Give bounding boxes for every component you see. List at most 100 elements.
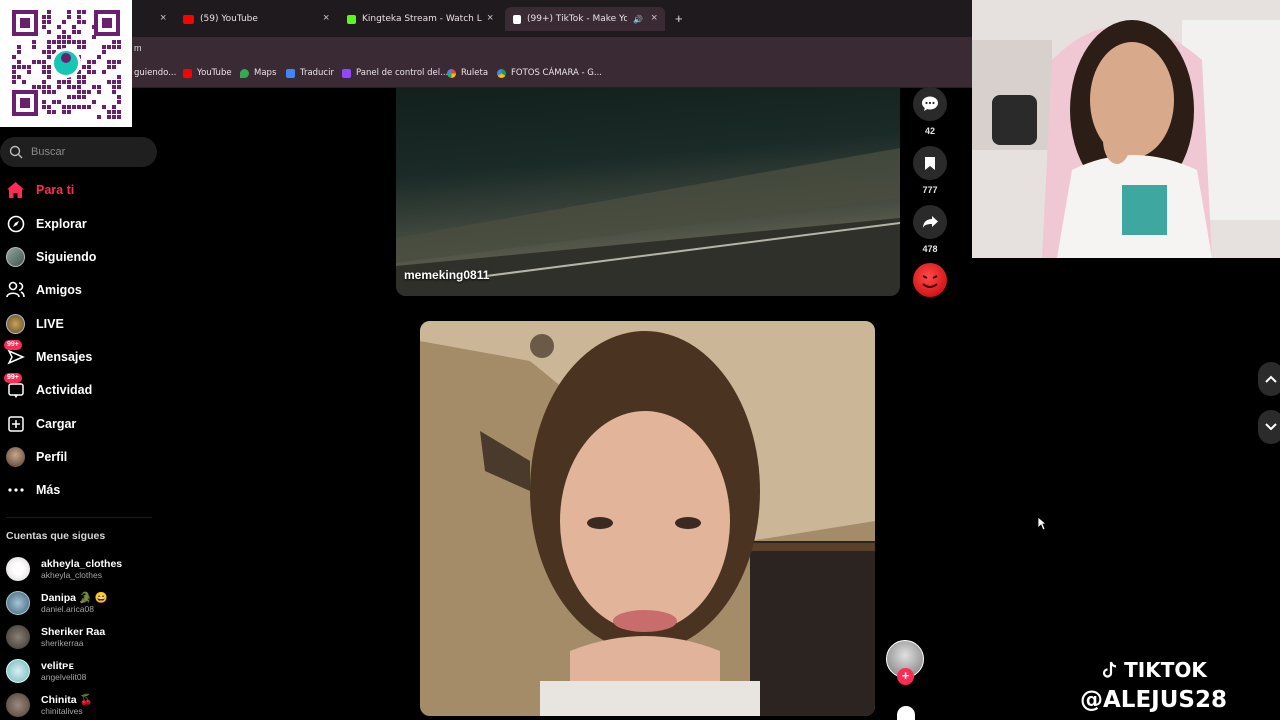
close-tab-icon[interactable]: × bbox=[323, 12, 329, 24]
friends-icon bbox=[6, 281, 25, 300]
share-action[interactable]: 478 bbox=[912, 205, 948, 254]
tab-label: Kingteka Stream - Watch Live o bbox=[362, 14, 482, 24]
bookmark-maps[interactable]: Maps bbox=[240, 68, 276, 78]
bookmark-siguiendo[interactable]: guiendo... bbox=[134, 68, 176, 78]
qr-code-image bbox=[0, 0, 132, 127]
nav-label: Para ti bbox=[36, 183, 75, 197]
like-icon[interactable] bbox=[897, 706, 915, 720]
nav-label: LIVE bbox=[36, 317, 64, 331]
scroll-down-button[interactable] bbox=[1258, 410, 1280, 444]
bookmark-fotos-camara[interactable]: FOTOS CÁMARA - G... bbox=[497, 68, 602, 78]
video-author[interactable]: memeking0811 bbox=[404, 268, 489, 282]
video-player[interactable] bbox=[420, 321, 875, 716]
follow-plus-icon[interactable]: + bbox=[897, 668, 914, 685]
bookmark-youtube[interactable]: YouTube bbox=[183, 68, 232, 78]
home-icon bbox=[6, 181, 25, 200]
tiktok-favicon-icon bbox=[513, 14, 521, 24]
youtube-favicon-icon bbox=[183, 14, 194, 24]
browser-tab-bar bbox=[0, 0, 972, 37]
nav-label: Más bbox=[36, 483, 61, 497]
following-account-item[interactable]: Danipa 🐊 😄 daniel.arica08 bbox=[6, 588, 108, 618]
bookmark-ruleta[interactable]: Ruleta bbox=[447, 68, 488, 78]
tab-kingteka[interactable]: Kingteka Stream - Watch Live o bbox=[347, 7, 482, 31]
bookmark-traducir[interactable]: Traducir bbox=[286, 68, 334, 78]
translate-icon bbox=[286, 68, 295, 78]
kick-favicon-icon bbox=[347, 14, 356, 24]
bookmark-panel-control[interactable]: Panel de control del... bbox=[342, 68, 448, 78]
comment-icon[interactable] bbox=[913, 87, 947, 121]
account-username: daniel.arica08 bbox=[41, 603, 94, 614]
account-username: chinitalives bbox=[41, 705, 83, 716]
share-icon[interactable] bbox=[913, 205, 947, 239]
bookmark-icon[interactable] bbox=[913, 146, 947, 180]
account-name: Danipa 🐊 😄 bbox=[41, 591, 108, 604]
mouse-cursor-icon bbox=[1037, 516, 1047, 531]
following-account-item[interactable]: akheyla_clothes akheyla_clothes bbox=[6, 554, 122, 584]
nav-perfil[interactable]: Perfil bbox=[6, 445, 67, 469]
video-frame bbox=[420, 321, 875, 716]
youtube-icon bbox=[183, 68, 192, 78]
bookmark-label: Panel de control del... bbox=[356, 68, 449, 78]
account-username: sherikerraa bbox=[41, 637, 84, 648]
tab-label: (99+) TikTok - Make Your Da bbox=[527, 14, 627, 24]
nav-label: Mensajes bbox=[36, 350, 93, 364]
close-tab-icon[interactable]: × bbox=[651, 12, 657, 24]
account-name: velitᴘᴇ bbox=[41, 659, 74, 672]
tab-label: (59) YouTube bbox=[200, 14, 258, 24]
chevron-up-icon bbox=[1265, 375, 1277, 383]
more-icon bbox=[6, 481, 25, 500]
nav-label: Siguiendo bbox=[36, 250, 97, 264]
bookmark-label: Maps bbox=[254, 68, 277, 78]
tab-youtube[interactable]: (59) YouTube bbox=[183, 7, 323, 31]
nav-explorar[interactable]: Explorar bbox=[6, 212, 87, 236]
bookmark-count: 777 bbox=[922, 185, 938, 195]
profile-avatar-icon bbox=[6, 447, 25, 467]
avatar bbox=[6, 625, 30, 649]
sound-disc-icon[interactable] bbox=[913, 263, 947, 297]
streamer-handle-overlay: TIKTOK @ALEJUS28 bbox=[1080, 655, 1227, 715]
comment-action[interactable]: 42 bbox=[912, 87, 948, 136]
avatar bbox=[6, 659, 30, 683]
nav-label: Actividad bbox=[36, 383, 93, 397]
video-player[interactable]: memeking0811 bbox=[396, 88, 900, 296]
following-account-item[interactable]: velitᴘᴇ angelvelit08 bbox=[6, 656, 86, 686]
account-name: akheyla_clothes bbox=[41, 557, 123, 570]
following-account-item[interactable]: Chinita 🍒 chinitalives bbox=[6, 690, 93, 720]
streamer-handle: @ALEJUS28 bbox=[1080, 687, 1227, 713]
nav-label: Explorar bbox=[36, 217, 87, 231]
tab-tiktok-active[interactable]: (99+) TikTok - Make Your Da 🔊 bbox=[505, 7, 665, 31]
messages-icon: 99+ bbox=[4, 339, 25, 367]
close-tab-icon[interactable]: × bbox=[160, 12, 166, 24]
following-section-title: Cuentas que sigues bbox=[6, 530, 106, 542]
search-icon bbox=[9, 145, 23, 159]
bookmark-label: Traducir bbox=[300, 68, 334, 78]
nav-cargar[interactable]: Cargar bbox=[6, 412, 76, 436]
tiktok-logo-icon bbox=[1103, 661, 1117, 678]
live-avatar-icon bbox=[6, 314, 25, 334]
search-box[interactable] bbox=[0, 137, 157, 167]
audio-playing-icon[interactable]: 🔊 bbox=[633, 15, 643, 24]
nav-mensajes[interactable]: 99+ Mensajes bbox=[4, 339, 93, 369]
nav-siguiendo[interactable]: Siguiendo bbox=[6, 245, 96, 269]
bookmark-action[interactable]: 777 bbox=[912, 146, 948, 195]
following-avatar-icon bbox=[6, 247, 25, 267]
nav-para-ti[interactable]: Para ti bbox=[6, 178, 74, 202]
bookmark-label: guiendo... bbox=[134, 68, 177, 78]
scroll-up-button[interactable] bbox=[1258, 362, 1280, 396]
nav-actividad[interactable]: 99+ Actividad bbox=[4, 372, 93, 402]
activity-icon: 99+ bbox=[4, 372, 25, 400]
comment-count: 42 bbox=[924, 126, 935, 136]
webcam-frame bbox=[972, 0, 1280, 258]
nav-amigos[interactable]: Amigos bbox=[6, 278, 82, 302]
close-tab-icon[interactable]: × bbox=[487, 12, 493, 24]
following-account-item[interactable]: Sheriker Raa sherikerraa bbox=[6, 622, 105, 652]
account-username: akheyla_clothes bbox=[41, 569, 102, 580]
search-input[interactable] bbox=[31, 146, 141, 158]
nav-live[interactable]: LIVE bbox=[6, 312, 64, 336]
address-bar[interactable]: m bbox=[0, 37, 972, 62]
nav-mas[interactable]: Más bbox=[6, 478, 60, 502]
upload-icon bbox=[6, 415, 25, 434]
new-tab-button[interactable]: + bbox=[675, 11, 683, 26]
notification-badge: 99+ bbox=[4, 372, 22, 383]
video-frame bbox=[396, 148, 900, 296]
